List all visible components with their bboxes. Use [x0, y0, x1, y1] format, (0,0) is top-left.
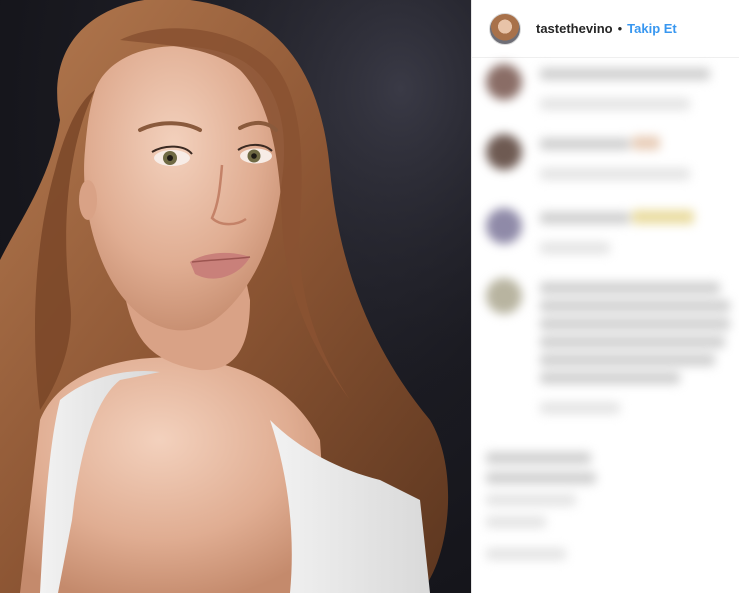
comment-avatar-icon	[486, 134, 522, 170]
comment-meta	[540, 402, 620, 414]
comment-emoji	[632, 136, 660, 150]
post-photo[interactable]	[0, 0, 471, 593]
comment-text	[486, 452, 591, 464]
comment-text	[486, 494, 576, 506]
comment-text	[540, 354, 715, 366]
comment-text	[540, 300, 730, 312]
comment-meta	[540, 242, 610, 254]
comment-meta	[486, 548, 566, 560]
comment-text	[540, 336, 725, 348]
blurred-comments-list	[472, 58, 739, 593]
comment-meta	[540, 168, 690, 180]
username-link[interactable]: tastethevino	[536, 21, 613, 36]
comment-text	[486, 472, 596, 484]
comment-avatar-icon	[486, 64, 522, 100]
post-header: tastethevino • Takip Et	[472, 0, 739, 58]
comment-text	[540, 372, 680, 384]
separator-dot: •	[617, 21, 623, 36]
comment-text	[540, 212, 630, 224]
comment-emoji	[632, 210, 694, 224]
post-side-panel: tastethevino • Takip Et	[471, 0, 739, 593]
comment-text	[540, 318, 730, 330]
comment-avatar-icon	[486, 278, 522, 314]
comment-text	[540, 282, 720, 294]
profile-avatar-icon[interactable]	[489, 12, 521, 45]
comment-text	[540, 138, 630, 150]
comment-meta	[486, 516, 546, 528]
comment-avatar-icon	[486, 208, 522, 244]
follow-button[interactable]: Takip Et	[627, 21, 677, 36]
comment-text	[540, 68, 710, 80]
comment-meta	[540, 98, 690, 110]
portrait-image	[0, 0, 471, 593]
